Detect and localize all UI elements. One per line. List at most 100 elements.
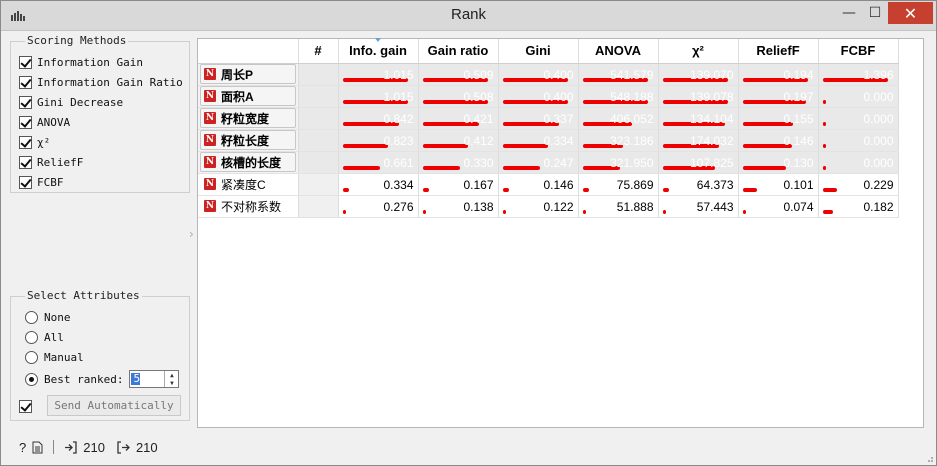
collapse-panel-icon[interactable]: › [189, 227, 194, 241]
minimize-button[interactable]: — [836, 2, 862, 24]
scoring-method-row[interactable]: ReliefF [19, 154, 83, 170]
select-option-radio[interactable] [25, 372, 38, 386]
report-icon[interactable] [32, 441, 43, 454]
score-cell: 0.155 [738, 107, 819, 130]
scoring-method-row[interactable]: FCBF [19, 174, 64, 190]
score-value: 0.412 [463, 133, 494, 148]
close-button[interactable]: ✕ [888, 2, 933, 24]
select-option-radio[interactable] [25, 330, 38, 344]
attribute-cell[interactable]: N 核槽的长度 [198, 151, 299, 174]
maximize-button[interactable]: ☐ [862, 2, 888, 24]
column-header[interactable]: χ² [658, 39, 739, 64]
select-option-row[interactable]: All [25, 329, 64, 345]
score-bar [822, 99, 826, 104]
attribute-cell[interactable]: N 面积A [198, 85, 299, 108]
attribute-cell[interactable]: N 籽粒长度 [198, 129, 299, 152]
score-value: 321.950 [610, 155, 654, 170]
column-header[interactable]: ANOVA [578, 39, 659, 64]
scoring-method-checkbox[interactable] [19, 155, 32, 169]
title-bar[interactable]: Rank — ☐ ✕ [1, 1, 936, 31]
attribute-item[interactable]: N 籽粒宽度 [200, 108, 296, 128]
index-cell [298, 63, 339, 86]
column-header[interactable]: FCBF [818, 39, 899, 64]
best-ranked-value[interactable]: 5 [131, 373, 141, 385]
spin-down-icon[interactable]: ▼ [170, 380, 174, 387]
table-row[interactable]: N 紧凑度C 0.334 0.167 0.146 75.869 64.373 0.101 0.2… [198, 173, 899, 196]
score-value: 0.400 [543, 89, 574, 104]
select-option-row[interactable]: Manual [25, 349, 84, 365]
table-row[interactable]: N 面积A 1.015 0.508 0.400 548.188 139.078 0.197 0.… [198, 85, 899, 108]
input-icon [65, 440, 77, 454]
scoring-method-checkbox[interactable] [19, 175, 32, 189]
send-automatically-button[interactable]: Send Automatically [47, 395, 181, 416]
help-icon[interactable]: ? [19, 440, 26, 455]
score-cell: 0.400 [498, 63, 579, 86]
select-option-radio[interactable] [25, 310, 38, 324]
table-row[interactable]: N 籽粒长度 0.823 0.412 0.334 323.186 174.032 0.146 0… [198, 129, 899, 152]
score-cell: 0.823 [338, 129, 419, 152]
auto-send-checkbox-row[interactable] [19, 398, 37, 414]
score-bar [342, 209, 346, 214]
scoring-method-label: Information Gain [37, 55, 143, 69]
attribute-item[interactable]: N 核槽的长度 [200, 152, 296, 172]
attribute-item[interactable]: N 籽粒长度 [200, 130, 296, 150]
score-bar [822, 165, 826, 170]
score-cell: 0.000 [818, 129, 899, 152]
column-header[interactable]: Info. gain [338, 38, 419, 64]
score-value: 0.276 [383, 199, 414, 214]
attribute-cell[interactable]: N 籽粒宽度 [198, 107, 299, 130]
column-header[interactable]: ReliefF [738, 39, 819, 64]
scoring-method-label: Information Gain Ratio [37, 75, 183, 89]
ranking-table-container[interactable]: # Info. gain Gain ratio Gini ANOVA χ² ReliefF F… [197, 38, 924, 428]
input-count: 210 [83, 439, 105, 455]
score-bar [422, 187, 429, 192]
table-row[interactable]: N 籽粒宽度 0.842 0.421 0.337 406.052 134.104 0.155 0… [198, 107, 899, 130]
score-cell: 174.032 [658, 129, 739, 152]
scoring-method-row[interactable]: Information Gain Ratio [19, 74, 183, 90]
numeric-variable-icon: N [204, 156, 216, 168]
attribute-item[interactable]: N 紧凑度C [200, 174, 296, 194]
attribute-name: 核槽的长度 [221, 155, 282, 170]
scoring-method-checkbox[interactable] [19, 55, 32, 69]
resize-grip-icon[interactable] [924, 453, 934, 463]
score-cell: 0.421 [418, 107, 499, 130]
attribute-item[interactable]: N 不对称系数 [200, 196, 296, 216]
table-row[interactable]: N 核槽的长度 0.661 0.330 0.247 321.950 107.825 0.130… [198, 151, 899, 174]
scoring-method-checkbox[interactable] [19, 115, 32, 129]
score-bar [342, 187, 349, 192]
auto-send-checkbox[interactable] [19, 399, 32, 413]
column-header[interactable]: # [298, 39, 339, 64]
attribute-cell[interactable]: N 紧凑度C [198, 173, 299, 196]
select-option-radio[interactable] [25, 350, 38, 364]
column-header[interactable]: Gain ratio [418, 39, 499, 64]
attribute-cell[interactable]: N 不对称系数 [198, 195, 299, 218]
score-bar [502, 165, 540, 170]
spin-arrows-icon[interactable]: ▲ ▼ [164, 371, 178, 387]
select-option-row[interactable]: Best ranked: 5 ▲ ▼ [25, 370, 180, 388]
score-cell: 0.842 [338, 107, 419, 130]
scoring-method-label: FCBF [37, 175, 64, 189]
scoring-method-row[interactable]: Gini Decrease [19, 94, 123, 110]
score-value: 0.661 [383, 155, 414, 170]
select-option-row[interactable]: None [25, 309, 71, 325]
scoring-method-checkbox[interactable] [19, 75, 32, 89]
scoring-method-row[interactable]: Information Gain [19, 54, 143, 70]
attribute-item[interactable]: N 周长P [200, 64, 296, 84]
spin-up-icon[interactable]: ▲ [170, 372, 174, 379]
table-row[interactable]: N 不对称系数 0.276 0.138 0.122 51.888 57.443 0.074 0.… [198, 195, 899, 218]
score-bar [582, 187, 589, 192]
table-row[interactable]: N 周长P 1.015 0.509 0.400 541.579 139.070 0.194 1.… [198, 63, 899, 86]
attribute-cell[interactable]: N 周长P [198, 63, 299, 86]
scoring-method-label: ReliefF [37, 155, 84, 169]
scoring-method-label: ANOVA [37, 115, 71, 129]
best-ranked-spinbox[interactable]: 5 ▲ ▼ [129, 370, 180, 388]
score-value: 0.146 [783, 133, 814, 148]
column-header[interactable]: Gini [498, 39, 579, 64]
attribute-item[interactable]: N 面积A [200, 86, 296, 106]
score-value: 0.122 [543, 199, 574, 214]
scoring-method-checkbox[interactable] [19, 135, 32, 149]
scoring-method-row[interactable]: ANOVA [19, 114, 70, 130]
scoring-method-checkbox[interactable] [19, 95, 32, 109]
scoring-method-row[interactable]: χ² [19, 134, 50, 150]
score-cell: 321.950 [578, 151, 659, 174]
